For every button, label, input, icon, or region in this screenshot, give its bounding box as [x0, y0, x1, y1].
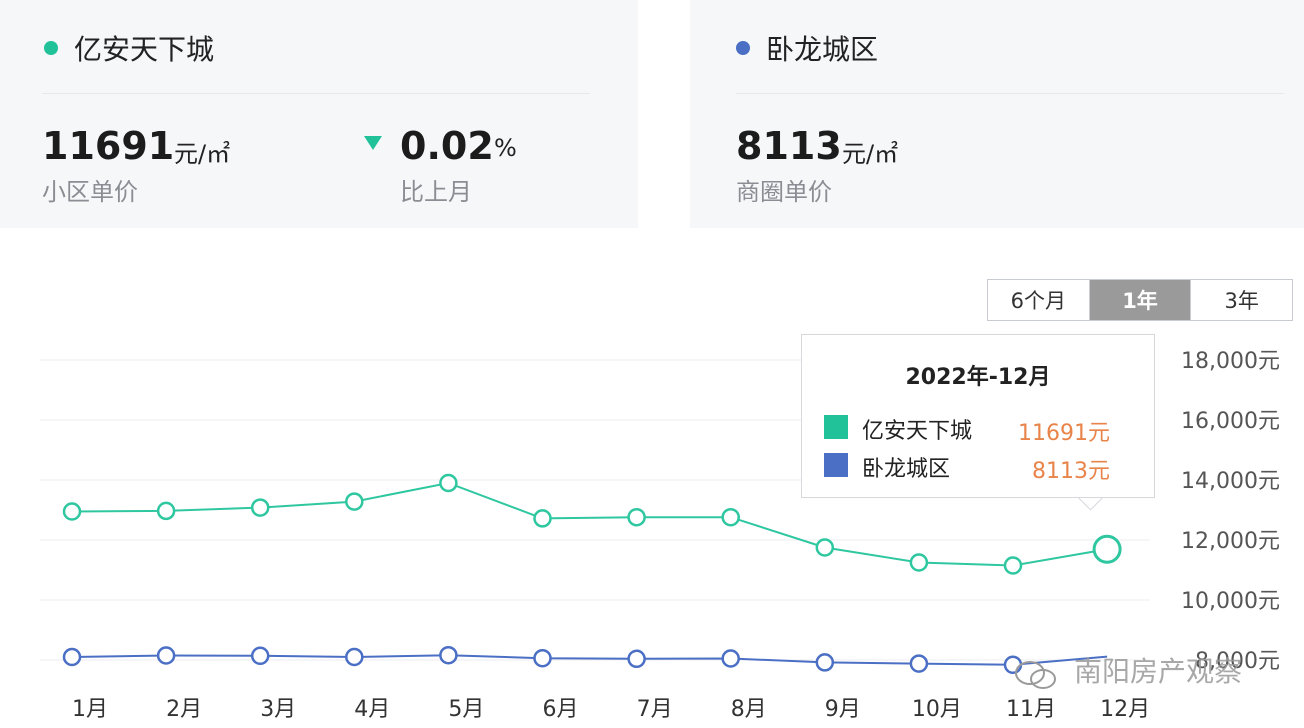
data-point [439, 645, 458, 665]
data-point [909, 553, 929, 572]
data-point [156, 646, 176, 665]
tooltip-title: 2022年-12月 [905, 365, 1051, 390]
data-point [815, 538, 835, 557]
data-point [250, 646, 270, 666]
x-tick-label: 2月 [166, 697, 202, 722]
data-point [1092, 534, 1122, 564]
data-point [721, 507, 740, 527]
x-tick-label: 8月 [731, 697, 767, 722]
data-point [627, 649, 646, 669]
data-point [156, 501, 176, 521]
data-point [627, 507, 646, 527]
tooltip-name-district: 卧龙城区 [862, 457, 951, 482]
data-point [439, 473, 458, 493]
x-tick-label: 12月 [1100, 697, 1150, 722]
watermark-text: 南阳房产观察 [1074, 655, 1243, 688]
y-tick-label: 16,000元 [1181, 409, 1280, 434]
data-point [62, 502, 82, 521]
data-point [345, 647, 364, 667]
data-point [345, 492, 364, 511]
x-tick-label: 3月 [260, 697, 296, 722]
x-tick-label: 7月 [637, 697, 673, 722]
data-point [250, 498, 270, 517]
y-tick-label: 18,000元 [1181, 349, 1280, 374]
tooltip-value-district: 8113元 [1032, 459, 1110, 484]
x-tick-label: 5月 [448, 697, 484, 722]
x-tick-label: 6月 [543, 697, 579, 722]
wechat-icon [1015, 661, 1056, 689]
data-point [721, 649, 740, 668]
x-tick-label: 10月 [912, 697, 962, 722]
x-tick-label: 1月 [72, 697, 108, 722]
tooltip-value-community: 11691元 [1018, 421, 1110, 446]
data-point [533, 509, 552, 528]
tooltip-name-community: 亿安天下城 [862, 419, 973, 444]
data-point [909, 654, 929, 673]
tooltip-swatch-community [824, 415, 848, 439]
y-tick-label: 10,000元 [1181, 589, 1280, 614]
tooltip-swatch-district [824, 453, 848, 477]
data-point [62, 647, 82, 667]
chart-tooltip: 2022年-12月 亿安天下城 11691元 卧龙城区 8113元 [801, 334, 1155, 498]
x-tick-label: 9月 [825, 697, 861, 722]
data-point [815, 653, 835, 672]
y-tick-label: 14,000元 [1181, 469, 1280, 494]
data-point [1003, 556, 1023, 575]
x-tick-label: 4月 [354, 697, 390, 722]
data-point [533, 648, 552, 668]
y-tick-label: 12,000元 [1181, 529, 1280, 554]
x-tick-label: 11月 [1006, 697, 1056, 722]
